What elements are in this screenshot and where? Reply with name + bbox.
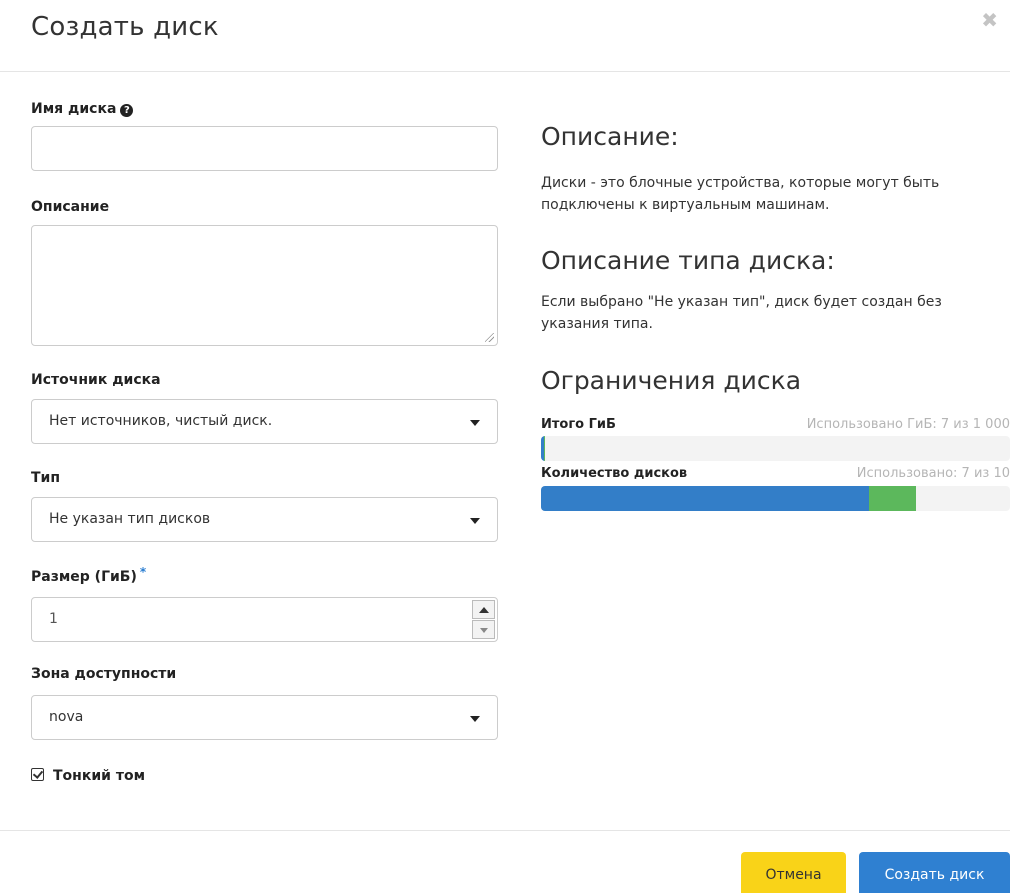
quota-bar-gib <box>541 436 1010 461</box>
quota-bar-volumes <box>541 486 1010 511</box>
increment-arrow-icon[interactable] <box>472 600 495 619</box>
resize-grip-icon[interactable] <box>485 333 494 342</box>
quota-used-gib: Использовано ГиБ: 7 из 1 000 <box>806 417 1010 432</box>
size-number-input[interactable]: 1 <box>31 597 498 642</box>
type-description-text: Если выбрано "Не указан тип", диск будет… <box>541 294 942 332</box>
type-description-heading: Описание типа диска: <box>541 246 835 275</box>
quota-label-volumes: Количество дисков <box>541 466 688 481</box>
required-asterisk: * <box>139 565 147 579</box>
caret-down-icon <box>470 716 480 722</box>
description-heading: Описание: <box>541 122 679 151</box>
volume-source-select[interactable]: Нет источников, чистый диск. <box>31 399 498 444</box>
thin-volume-checkbox[interactable]: Тонкий том <box>31 768 145 784</box>
source-label: Источник диска <box>31 372 161 388</box>
volume-source-value: Нет источников, чистый диск. <box>49 413 273 429</box>
size-label: Размер (ГиБ) * <box>31 565 147 585</box>
size-value: 1 <box>49 611 58 627</box>
volume-type-value: Не указан тип дисков <box>49 511 211 527</box>
checkbox-checked-icon[interactable] <box>31 768 44 781</box>
quota-used-fill <box>541 486 870 511</box>
footer-divider <box>0 830 1010 831</box>
availability-zone-label: Зона доступности <box>31 666 177 682</box>
quota-label-gib: Итого ГиБ <box>541 417 616 432</box>
name-label: Имя диска? <box>31 101 134 117</box>
quota-used-volumes: Использовано: 7 из 10 <box>856 466 1010 481</box>
type-label: Тип <box>31 470 61 486</box>
description-text: Диски - это блочные устройства, которые … <box>541 175 940 213</box>
dialog-title: Создать диск <box>31 12 219 42</box>
description-label: Описание <box>31 199 110 215</box>
limits-heading: Ограничения диска <box>541 366 802 395</box>
size-spinner <box>470 598 497 641</box>
caret-down-icon <box>470 420 480 426</box>
thin-volume-label: Тонкий том <box>53 768 146 784</box>
volume-name-input[interactable] <box>31 126 498 171</box>
decrement-arrow-icon[interactable] <box>472 620 495 639</box>
availability-zone-select[interactable]: nova <box>31 695 498 740</box>
volume-type-select[interactable]: Не указан тип дисков <box>31 497 498 542</box>
create-volume-button[interactable]: Создать диск <box>859 852 1010 893</box>
caret-down-icon <box>470 518 480 524</box>
dialog-header: Создать диск ✖ <box>0 0 1010 72</box>
question-circle-icon[interactable]: ? <box>120 104 134 117</box>
quota-added-fill <box>869 486 917 511</box>
close-icon[interactable]: ✖ <box>981 8 998 32</box>
availability-zone-value: nova <box>49 709 84 725</box>
description-textarea[interactable] <box>31 225 498 346</box>
cancel-button[interactable]: Отмена <box>741 852 846 893</box>
